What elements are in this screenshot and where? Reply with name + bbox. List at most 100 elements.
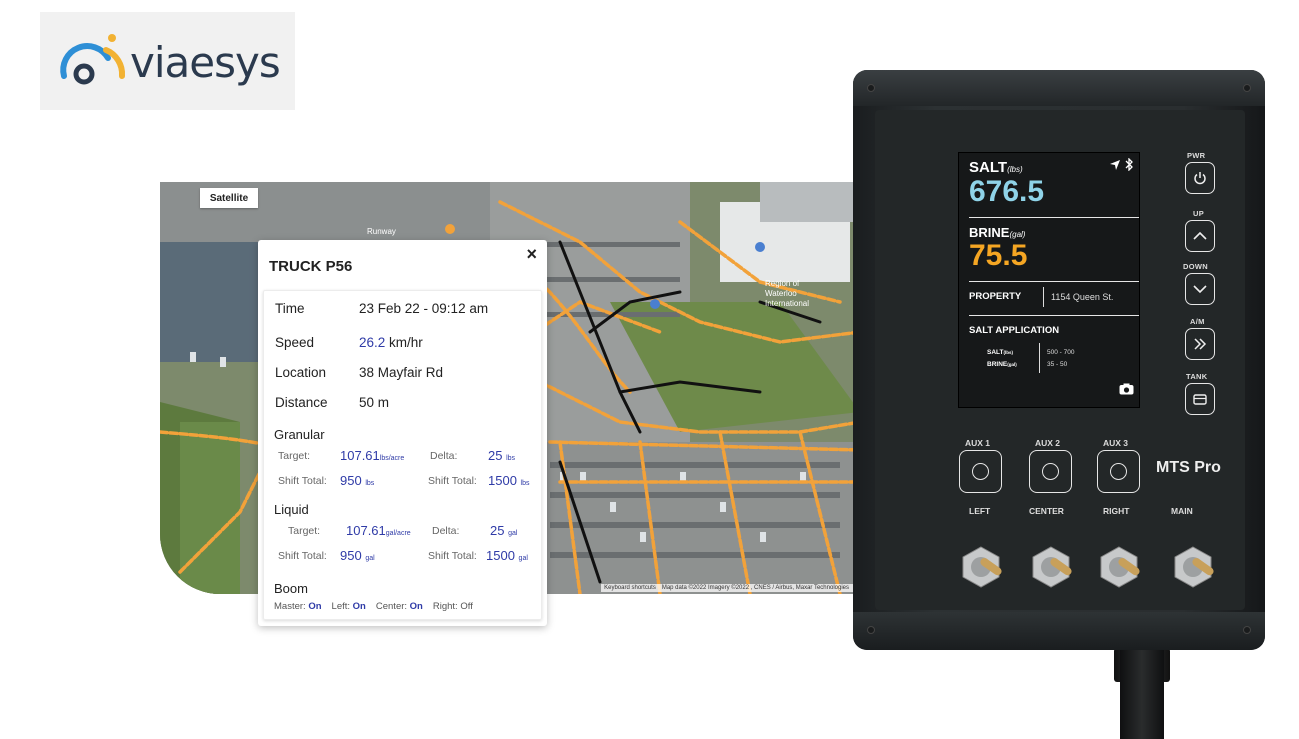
app-salt-range: 500 - 700 bbox=[1047, 349, 1075, 356]
circle-icon bbox=[1042, 463, 1059, 480]
liquid-heading: Liquid bbox=[274, 502, 309, 517]
granular-shift2-label: Shift Total: bbox=[428, 475, 477, 487]
down-button[interactable] bbox=[1185, 273, 1215, 305]
field-value: 50 m bbox=[359, 395, 390, 410]
liquid-shift2-value: 1500 bbox=[486, 548, 515, 563]
field-value: 23 Feb 22 - 09:12 am bbox=[359, 301, 489, 316]
app-brine-label: BRINE bbox=[987, 361, 1008, 368]
chevron-up-icon bbox=[1193, 231, 1207, 240]
app-salt-unit: (lbs) bbox=[1003, 350, 1014, 355]
granular-delta-value: 25 bbox=[488, 448, 503, 463]
boom-master-label: Master: bbox=[274, 601, 306, 612]
svg-text:Region of: Region of bbox=[765, 279, 800, 288]
auto-manual-button[interactable] bbox=[1185, 328, 1215, 360]
truck-info-popup: TRUCK P56 × Time 23 Feb 22 - 09:12 am Sp… bbox=[258, 240, 547, 626]
liquid-shift-unit: gal bbox=[365, 555, 375, 562]
device-screen: SALT(lbs) 676.5 BRINE(gal) 75.5 PROPERTY… bbox=[958, 152, 1140, 408]
field-label: Distance bbox=[275, 395, 328, 410]
boom-center-label: Center: bbox=[375, 601, 408, 612]
screw-icon bbox=[867, 626, 875, 634]
toggle-switch-left[interactable] bbox=[959, 545, 1003, 589]
field-label: Location bbox=[275, 365, 327, 380]
close-icon[interactable]: × bbox=[526, 244, 537, 265]
liquid-shift2-label: Shift Total: bbox=[428, 550, 477, 562]
screw-icon bbox=[1243, 84, 1251, 92]
liquid-delta-label: Delta: bbox=[432, 525, 460, 537]
boom-left-value: On bbox=[352, 601, 366, 612]
popup-body: Time 23 Feb 22 - 09:12 am Speed 26.2 km/… bbox=[263, 290, 542, 620]
brine-label: BRINE bbox=[969, 225, 1010, 240]
granular-shift2-value: 1500 bbox=[488, 473, 517, 488]
power-icon bbox=[1194, 172, 1206, 185]
granular-delta-label: Delta: bbox=[430, 450, 458, 462]
location-arrow-icon bbox=[1110, 160, 1120, 170]
boom-center-value: On bbox=[409, 601, 423, 612]
circle-icon bbox=[972, 463, 989, 480]
double-chevron-right-icon bbox=[1194, 338, 1207, 350]
boom-heading: Boom bbox=[274, 581, 308, 596]
circle-icon bbox=[1110, 463, 1127, 480]
salt-application-label: SALT APPLICATION bbox=[969, 325, 1060, 336]
boom-right-label: Right: bbox=[432, 601, 458, 612]
divider bbox=[1043, 287, 1044, 307]
keyboard-shortcuts-link[interactable]: Keyboard shortcuts bbox=[604, 585, 656, 591]
chevron-down-icon bbox=[1193, 285, 1207, 294]
screw-icon bbox=[1243, 626, 1251, 634]
property-value: 1154 Queen St. bbox=[1051, 292, 1114, 302]
liquid-target-unit: gal/acre bbox=[385, 530, 411, 537]
salt-label: SALT bbox=[969, 159, 1008, 176]
satellite-toggle-button[interactable]: Satellite bbox=[200, 188, 258, 208]
divider bbox=[1039, 343, 1040, 373]
toggle-switch-center[interactable] bbox=[1029, 545, 1073, 589]
up-label: UP bbox=[1193, 209, 1205, 218]
boom-master-value: On bbox=[308, 601, 322, 612]
up-button[interactable] bbox=[1185, 220, 1215, 252]
liquid-shift2-unit: gal bbox=[518, 555, 528, 562]
tank-icon bbox=[1193, 394, 1207, 405]
device-bottom-cap bbox=[853, 612, 1265, 650]
aux1-button[interactable] bbox=[959, 450, 1002, 493]
granular-target-label: Target: bbox=[278, 450, 311, 462]
granular-heading: Granular bbox=[274, 427, 325, 442]
boom-status-line: Master: On Left: On Center: On Right: Off bbox=[274, 601, 473, 612]
divider bbox=[969, 315, 1139, 316]
toggle-switch-right[interactable] bbox=[1097, 545, 1141, 589]
brine-unit: (gal) bbox=[1009, 230, 1026, 239]
svg-text:Waterloo: Waterloo bbox=[765, 289, 797, 298]
tank-button[interactable] bbox=[1185, 383, 1215, 415]
main-label: MAIN bbox=[1171, 506, 1193, 516]
map-data-credit: Map data ©2022 Imagery ©2022 , CNES / Ai… bbox=[661, 585, 849, 591]
granular-shift-value: 950 bbox=[340, 473, 362, 488]
product-hero: viaesys Runway Region of Waterloo Intern… bbox=[0, 0, 1299, 739]
aux2-button[interactable] bbox=[1029, 450, 1072, 493]
liquid-shift-label: Shift Total: bbox=[278, 550, 327, 562]
speed-value: 26.2 bbox=[359, 335, 386, 350]
viaesys-logo-icon bbox=[60, 34, 126, 85]
down-label: DOWN bbox=[1183, 262, 1208, 271]
right-label: RIGHT bbox=[1103, 506, 1130, 516]
app-brine-unit: (gal) bbox=[1007, 362, 1017, 367]
device-cable bbox=[1120, 648, 1164, 739]
aux2-label: AUX 2 bbox=[1035, 438, 1061, 448]
divider bbox=[969, 281, 1139, 282]
salt-value: 676.5 bbox=[969, 175, 1045, 208]
granular-shift2-unit: lbs bbox=[520, 480, 530, 487]
aux3-label: AUX 3 bbox=[1103, 438, 1129, 448]
liquid-target-value: 107.61 bbox=[346, 523, 386, 538]
liquid-target-label: Target: bbox=[288, 525, 321, 537]
app-salt-label: SALT bbox=[987, 349, 1004, 356]
camera-icon bbox=[1119, 383, 1134, 395]
tank-label: TANK bbox=[1186, 372, 1208, 381]
granular-shift-unit: lbs bbox=[365, 480, 375, 487]
mts-pro-controller: SALT(lbs) 676.5 BRINE(gal) 75.5 PROPERTY… bbox=[853, 70, 1265, 650]
left-label: LEFT bbox=[969, 506, 991, 516]
power-button[interactable] bbox=[1185, 162, 1215, 194]
aux3-button[interactable] bbox=[1097, 450, 1140, 493]
bluetooth-icon bbox=[1125, 158, 1133, 171]
brine-value: 75.5 bbox=[969, 239, 1028, 272]
field-value: 38 Mayfair Rd bbox=[359, 365, 444, 380]
app-brine-range: 35 - 50 bbox=[1047, 361, 1068, 368]
toggle-switch-main[interactable] bbox=[1171, 545, 1215, 589]
pwr-label: PWR bbox=[1187, 151, 1206, 160]
salt-unit: (lbs) bbox=[1007, 165, 1023, 174]
